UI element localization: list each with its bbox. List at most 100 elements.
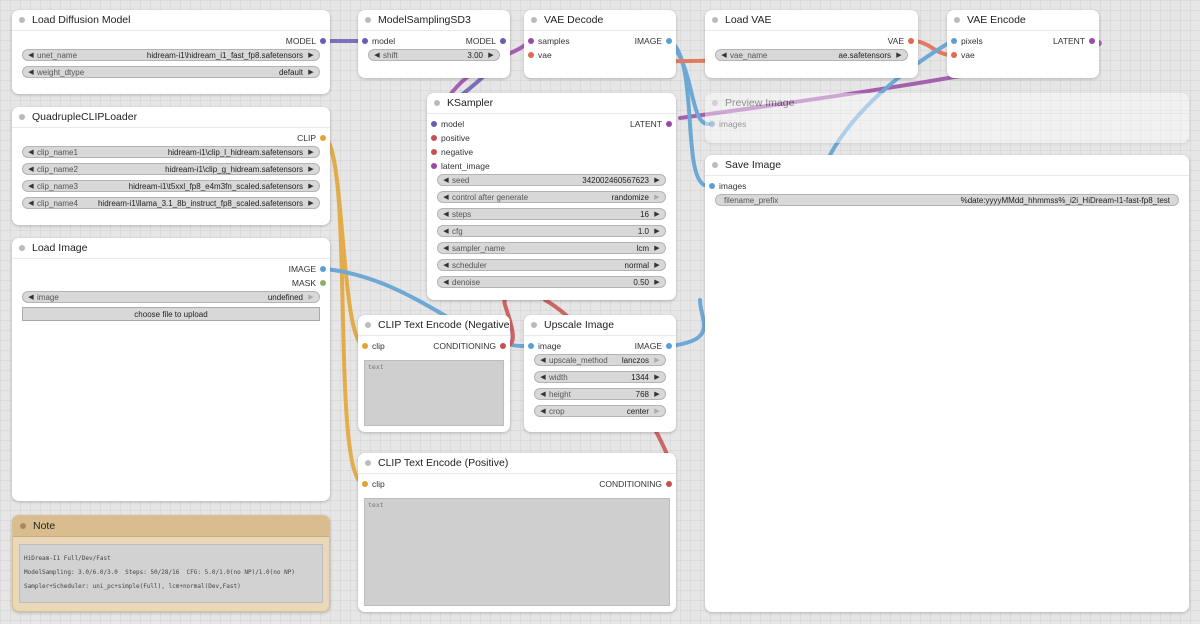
collapse-dot-icon[interactable]: [365, 460, 371, 466]
node-title[interactable]: Upscale Image: [524, 315, 676, 336]
node-title[interactable]: KSampler: [427, 93, 676, 114]
input-samples[interactable]: samples: [524, 35, 570, 47]
node-title[interactable]: Load Image: [12, 238, 330, 259]
node-title[interactable]: VAE Decode: [524, 10, 676, 31]
scheduler-combo[interactable]: ◀ scheduler normal ▶: [437, 259, 666, 271]
node-title[interactable]: VAE Encode: [947, 10, 1099, 31]
shift-number[interactable]: ◀ shift 3.00 ▶: [368, 49, 500, 61]
control-after-generate-combo[interactable]: ◀ control after generate randomize ▶: [437, 191, 666, 203]
filename-prefix-text[interactable]: filename_prefix %date:yyyyMMdd_hhmmss%_i2…: [715, 194, 1179, 206]
node-title[interactable]: Load Diffusion Model: [12, 10, 330, 31]
left-arrow-icon[interactable]: ◀: [538, 372, 548, 384]
collapse-dot-icon[interactable]: [19, 114, 25, 120]
right-arrow-icon[interactable]: ▶: [306, 292, 316, 304]
right-arrow-icon[interactable]: ▶: [486, 50, 496, 62]
clip-name1-combo[interactable]: ◀ clip_name1 hidream-i1\clip_l_hidream.saf…: [22, 146, 320, 158]
vae-name-combo[interactable]: ◀ vae_name ae.safetensors ▶: [715, 49, 908, 61]
left-arrow-icon[interactable]: ◀: [26, 198, 36, 210]
node-load-diffusion-model[interactable]: Load Diffusion Model MODEL ◀ unet_name hid…: [12, 10, 330, 94]
right-arrow-icon[interactable]: ▶: [306, 67, 316, 79]
node-vae-decode[interactable]: VAE Decode samples vae IMAGE: [524, 10, 676, 78]
vae-output-dot-icon[interactable]: [908, 38, 914, 44]
model-output-dot-icon[interactable]: [320, 38, 326, 44]
right-arrow-icon[interactable]: ▶: [652, 372, 662, 384]
input-vae[interactable]: vae: [524, 49, 552, 61]
clip-name4-combo[interactable]: ◀ clip_name4 hidream-i1\llama_3.1_8b_instr…: [22, 197, 320, 209]
node-title[interactable]: Save Image: [705, 155, 1189, 176]
vae-input-dot-icon[interactable]: [528, 52, 534, 58]
seed-number[interactable]: ◀ seed 342002460567623 ▶: [437, 174, 666, 186]
note-textarea[interactable]: HiDream-I1 Full/Dev/Fast ModelSampling: 3…: [19, 544, 323, 603]
right-arrow-icon[interactable]: ▶: [306, 164, 316, 176]
node-quadruple-clip-loader[interactable]: QuadrupleCLIPLoader CLIP ◀ clip_name1 hidr…: [12, 107, 330, 225]
height-number[interactable]: ◀ height 768 ▶: [534, 388, 666, 400]
input-vae[interactable]: vae: [947, 49, 975, 61]
left-arrow-icon[interactable]: ◀: [441, 260, 451, 272]
collapse-dot-icon[interactable]: [712, 162, 718, 168]
conditioning-input-dot-icon[interactable]: [431, 135, 437, 141]
output-clip[interactable]: CLIP: [297, 132, 330, 144]
positive-prompt-textarea[interactable]: text: [364, 498, 670, 606]
node-load-image[interactable]: Load Image IMAGE MASK ◀ image undefined ▶ c…: [12, 238, 330, 501]
right-arrow-icon[interactable]: ▶: [306, 181, 316, 193]
node-preview-image[interactable]: Preview Image images: [705, 93, 1189, 143]
collapse-dot-icon[interactable]: [531, 322, 537, 328]
output-latent[interactable]: LATENT: [630, 118, 676, 130]
input-clip[interactable]: clip: [358, 340, 385, 352]
conditioning-output-dot-icon[interactable]: [666, 481, 672, 487]
node-note[interactable]: Note HiDream-I1 Full/Dev/Fast ModelSampli…: [12, 515, 330, 612]
weight-dtype-combo[interactable]: ◀ weight_dtype default ▶: [22, 66, 320, 78]
collapse-dot-icon[interactable]: [365, 322, 371, 328]
left-arrow-icon[interactable]: ◀: [26, 147, 36, 159]
image-input-dot-icon[interactable]: [951, 38, 957, 44]
left-arrow-icon[interactable]: ◀: [26, 292, 36, 304]
sampler-name-combo[interactable]: ◀ sampler_name lcm ▶: [437, 242, 666, 254]
image-input-dot-icon[interactable]: [709, 121, 715, 127]
right-arrow-icon[interactable]: ▶: [652, 226, 662, 238]
clip-input-dot-icon[interactable]: [362, 481, 368, 487]
right-arrow-icon[interactable]: ▶: [894, 50, 904, 62]
left-arrow-icon[interactable]: ◀: [441, 277, 451, 289]
left-arrow-icon[interactable]: ◀: [26, 67, 36, 79]
input-images[interactable]: images: [705, 180, 746, 192]
unet-name-combo[interactable]: ◀ unet_name hidream-i1\hidream_i1_fast_fp8…: [22, 49, 320, 61]
node-save-image[interactable]: Save Image images filename_prefix %date:y…: [705, 155, 1189, 612]
input-model[interactable]: model: [358, 35, 395, 47]
collapse-dot-icon[interactable]: [712, 17, 718, 23]
output-image[interactable]: IMAGE: [289, 263, 330, 275]
node-load-vae[interactable]: Load VAE VAE ◀ vae_name ae.safetensors ▶: [705, 10, 918, 78]
left-arrow-icon[interactable]: ◀: [441, 192, 451, 204]
output-latent[interactable]: LATENT: [1053, 35, 1099, 47]
right-arrow-icon[interactable]: ▶: [652, 355, 662, 367]
input-model[interactable]: model: [427, 118, 464, 130]
right-arrow-icon[interactable]: ▶: [652, 389, 662, 401]
left-arrow-icon[interactable]: ◀: [538, 389, 548, 401]
collapse-dot-icon[interactable]: [712, 100, 718, 106]
right-arrow-icon[interactable]: ▶: [652, 209, 662, 221]
left-arrow-icon[interactable]: ◀: [26, 50, 36, 62]
left-arrow-icon[interactable]: ◀: [441, 226, 451, 238]
width-number[interactable]: ◀ width 1344 ▶: [534, 371, 666, 383]
left-arrow-icon[interactable]: ◀: [538, 355, 548, 367]
right-arrow-icon[interactable]: ▶: [652, 192, 662, 204]
crop-combo[interactable]: ◀ crop center ▶: [534, 405, 666, 417]
image-output-dot-icon[interactable]: [666, 343, 672, 349]
output-model[interactable]: MODEL: [466, 35, 510, 47]
cfg-number[interactable]: ◀ cfg 1.0 ▶: [437, 225, 666, 237]
output-image[interactable]: IMAGE: [635, 35, 676, 47]
left-arrow-icon[interactable]: ◀: [719, 50, 729, 62]
right-arrow-icon[interactable]: ▶: [652, 175, 662, 187]
node-title[interactable]: Load VAE: [705, 10, 918, 31]
collapse-dot-icon[interactable]: [19, 17, 25, 23]
left-arrow-icon[interactable]: ◀: [441, 243, 451, 255]
output-conditioning[interactable]: CONDITIONING: [599, 478, 676, 490]
output-conditioning[interactable]: CONDITIONING: [433, 340, 510, 352]
input-negative[interactable]: negative: [427, 146, 473, 158]
input-images[interactable]: images: [705, 118, 746, 130]
left-arrow-icon[interactable]: ◀: [538, 406, 548, 418]
node-clip-text-encode-positive[interactable]: CLIP Text Encode (Positive) clip CONDITI…: [358, 453, 676, 612]
image-input-dot-icon[interactable]: [709, 183, 715, 189]
collapse-dot-icon[interactable]: [954, 17, 960, 23]
collapse-dot-icon[interactable]: [531, 17, 537, 23]
left-arrow-icon[interactable]: ◀: [441, 175, 451, 187]
